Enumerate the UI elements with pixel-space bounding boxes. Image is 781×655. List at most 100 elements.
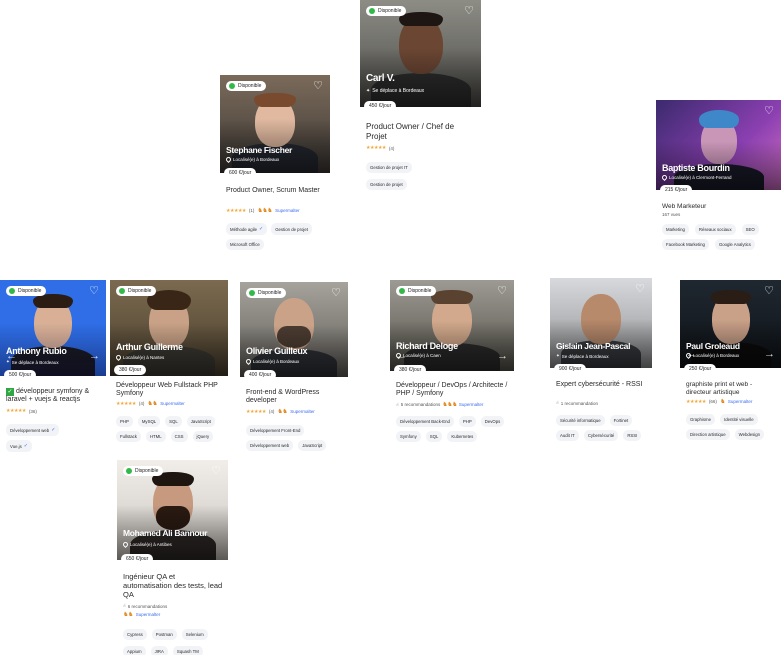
skill-tag[interactable]: Méthode agile ✓: [226, 223, 268, 235]
stars-icon: ★★★★★: [226, 207, 246, 214]
favorite-heart-icon[interactable]: ♡: [763, 285, 775, 297]
skill-tag[interactable]: Facebook Marketing: [662, 239, 709, 250]
skill-tag[interactable]: CSS: [170, 431, 188, 442]
freelancer-location: Localisé(e) à Caen: [394, 351, 441, 360]
skill-tag[interactable]: RSSI: [623, 430, 642, 441]
stars-icon: ★★★★★: [366, 145, 386, 151]
freelancer-location: Localisé(e) à Bordeaux: [244, 357, 299, 366]
freelancer-card-stephane[interactable]: Disponible ♡ Stephane Fischer Localisé(e…: [220, 75, 330, 255]
rating-row: ★★★★★ (36): [6, 408, 37, 414]
skill-tag[interactable]: Vue.js ✓: [6, 440, 32, 452]
freelancer-card-paul[interactable]: ♡ ← → Paul Groleaud Localisé(e) à Bordea…: [680, 280, 781, 445]
rating-row: ★★★★★ (4) ♞♞ Supermalter: [116, 400, 185, 408]
skill-tag[interactable]: HTML: [145, 431, 166, 442]
skill-tag[interactable]: Développement web: [246, 440, 294, 451]
favorite-heart-icon[interactable]: ♡: [634, 283, 646, 295]
skill-tag[interactable]: Gestion de projet IT: [366, 162, 412, 173]
skill-tag[interactable]: JIRA: [150, 646, 168, 655]
freelancer-name: Gislain Jean-Pascal: [556, 341, 631, 351]
medal-icon: ♞: [719, 399, 725, 405]
availability-badge: Disponible: [123, 466, 164, 476]
skill-tag[interactable]: Direction artistique: [686, 429, 730, 440]
availability-badge: Disponible: [366, 6, 407, 16]
favorite-heart-icon[interactable]: ♡: [330, 287, 342, 299]
skill-tag[interactable]: Fortinet: [609, 415, 633, 426]
favorite-heart-icon[interactable]: ♡: [496, 285, 508, 297]
skill-tag[interactable]: Squash TM: [172, 646, 203, 655]
skill-tag[interactable]: Identité visuelle: [720, 414, 758, 425]
skill-tag[interactable]: PHP: [116, 416, 133, 427]
skill-tag[interactable]: Postman: [151, 629, 177, 640]
medal-icon: ♞♞: [277, 409, 288, 415]
freelancer-card-carl[interactable]: Disponible ♡ Carl V. ✦ Se déplace à Borde…: [360, 0, 481, 190]
skill-tags: Développement Front-End Développement we…: [246, 425, 346, 451]
skill-tag[interactable]: Réseaux sociaux: [694, 224, 736, 235]
freelancer-name: Mohamed Ali Bannour: [123, 528, 208, 538]
favorite-heart-icon[interactable]: ♡: [312, 80, 324, 92]
freelancer-location: Localisé(e) à Bordeaux: [224, 155, 279, 164]
skill-tag[interactable]: Cybersécurité: [583, 430, 619, 441]
daily-rate: 600 €/jour: [224, 168, 257, 178]
skill-tag[interactable]: DevOps: [480, 416, 505, 427]
skill-tag[interactable]: Développement Back-End: [396, 416, 454, 427]
skill-tag[interactable]: Webdesign: [734, 429, 765, 440]
skill-tag[interactable]: Microsoft Office: [226, 239, 264, 250]
skill-tags: Cypress Postman Selenium Appium JIRA Squ…: [123, 629, 226, 655]
thumbs-up-icon: ☝: [396, 401, 399, 407]
skill-tag[interactable]: Fullstack: [116, 431, 141, 442]
freelancer-card-richard[interactable]: Disponible ♡ ← → Richard Deloge Localisé…: [390, 280, 514, 450]
skill-tag[interactable]: Audit IT: [556, 430, 579, 441]
freelancer-name: Stephane Fischer: [226, 145, 293, 155]
skill-tag[interactable]: Selenium: [181, 629, 208, 640]
skill-tag[interactable]: Gestion de projet: [366, 179, 407, 190]
daily-rate: 380 €/jour: [394, 365, 427, 375]
next-photo-arrow-icon[interactable]: →: [497, 351, 508, 362]
skill-tag[interactable]: Développement web ✓: [6, 424, 60, 436]
location-pin-icon: [660, 173, 669, 182]
skill-tag[interactable]: Appium: [123, 646, 146, 655]
skill-tags: Développement web ✓ Vue.js ✓: [6, 424, 104, 452]
skill-tag[interactable]: JavaScript: [298, 440, 327, 451]
skill-tag[interactable]: SEO: [741, 224, 759, 235]
skill-tag[interactable]: JavaScript: [186, 416, 215, 427]
freelancer-name: Paul Groleaud: [686, 341, 740, 351]
skill-tag[interactable]: Gestion de projet: [271, 223, 312, 235]
freelancer-card-olivier[interactable]: Disponible ♡ Olivier Guilleux Localisé(e…: [240, 282, 348, 452]
skill-tag[interactable]: Développement Front-End: [246, 425, 305, 436]
freelancer-title: Front-end & WordPress developer: [246, 389, 320, 405]
skill-tag[interactable]: jQuery: [192, 431, 214, 442]
freelancer-card-gislain[interactable]: ♡ Gislain Jean-Pascal ✦ Se déplace à Bord…: [550, 278, 652, 443]
favorite-heart-icon[interactable]: ♡: [210, 465, 222, 477]
rating-row: ★★★★★ (4): [366, 145, 395, 151]
freelancer-card-mohamed[interactable]: Disponible ♡ Mohamed Ali Bannour Localis…: [117, 460, 228, 655]
favorite-heart-icon[interactable]: ♡: [463, 5, 475, 17]
skill-tag[interactable]: Graphisme: [686, 414, 716, 425]
favorite-heart-icon[interactable]: ♡: [763, 105, 775, 117]
skill-tag[interactable]: Kubernetes: [447, 431, 478, 442]
skill-tag[interactable]: SQL: [425, 431, 443, 442]
skill-tags: Gestion de projet IT Gestion de projet: [366, 162, 479, 190]
skill-tag[interactable]: Google Analytics: [714, 239, 755, 250]
freelancer-card-arthur[interactable]: Disponible Arthur Guillerme Localisé(e) …: [110, 280, 228, 450]
freelancer-card-baptiste[interactable]: ♡ Baptiste Bourdin Localisé(e) à Clermon…: [656, 100, 781, 255]
skill-tag[interactable]: Marketing: [662, 224, 689, 235]
freelancer-location: Localisé(e) à Bordeaux: [684, 351, 739, 360]
location-pin-icon: [121, 540, 130, 549]
medal-icon: ♞♞♞: [257, 208, 273, 214]
freelancer-card-anthony[interactable]: Disponible ♡ ← → Anthony Rubio ✦ Se dépla…: [0, 280, 106, 452]
skill-tag[interactable]: SQL: [165, 416, 182, 427]
next-photo-arrow-icon[interactable]: →: [89, 351, 100, 362]
skill-tag[interactable]: MySQL: [137, 416, 161, 427]
stars-icon: ★★★★★: [686, 398, 706, 405]
favorite-heart-icon[interactable]: ♡: [88, 285, 100, 297]
daily-rate: 400 €/jour: [244, 370, 277, 380]
stars-icon: ★★★★★: [6, 408, 26, 414]
freelancer-name: Richard Deloge: [396, 341, 458, 351]
check-icon: ✓: [23, 443, 28, 449]
skill-tag[interactable]: Sécurité informatique: [556, 415, 605, 426]
next-photo-arrow-icon[interactable]: →: [764, 349, 775, 360]
skill-tag[interactable]: Cypress: [123, 629, 147, 640]
skill-tag[interactable]: Symfony: [396, 431, 421, 442]
skill-tag[interactable]: PHP: [458, 416, 476, 427]
freelancer-title: Product Owner, Scrum Master: [226, 187, 320, 194]
